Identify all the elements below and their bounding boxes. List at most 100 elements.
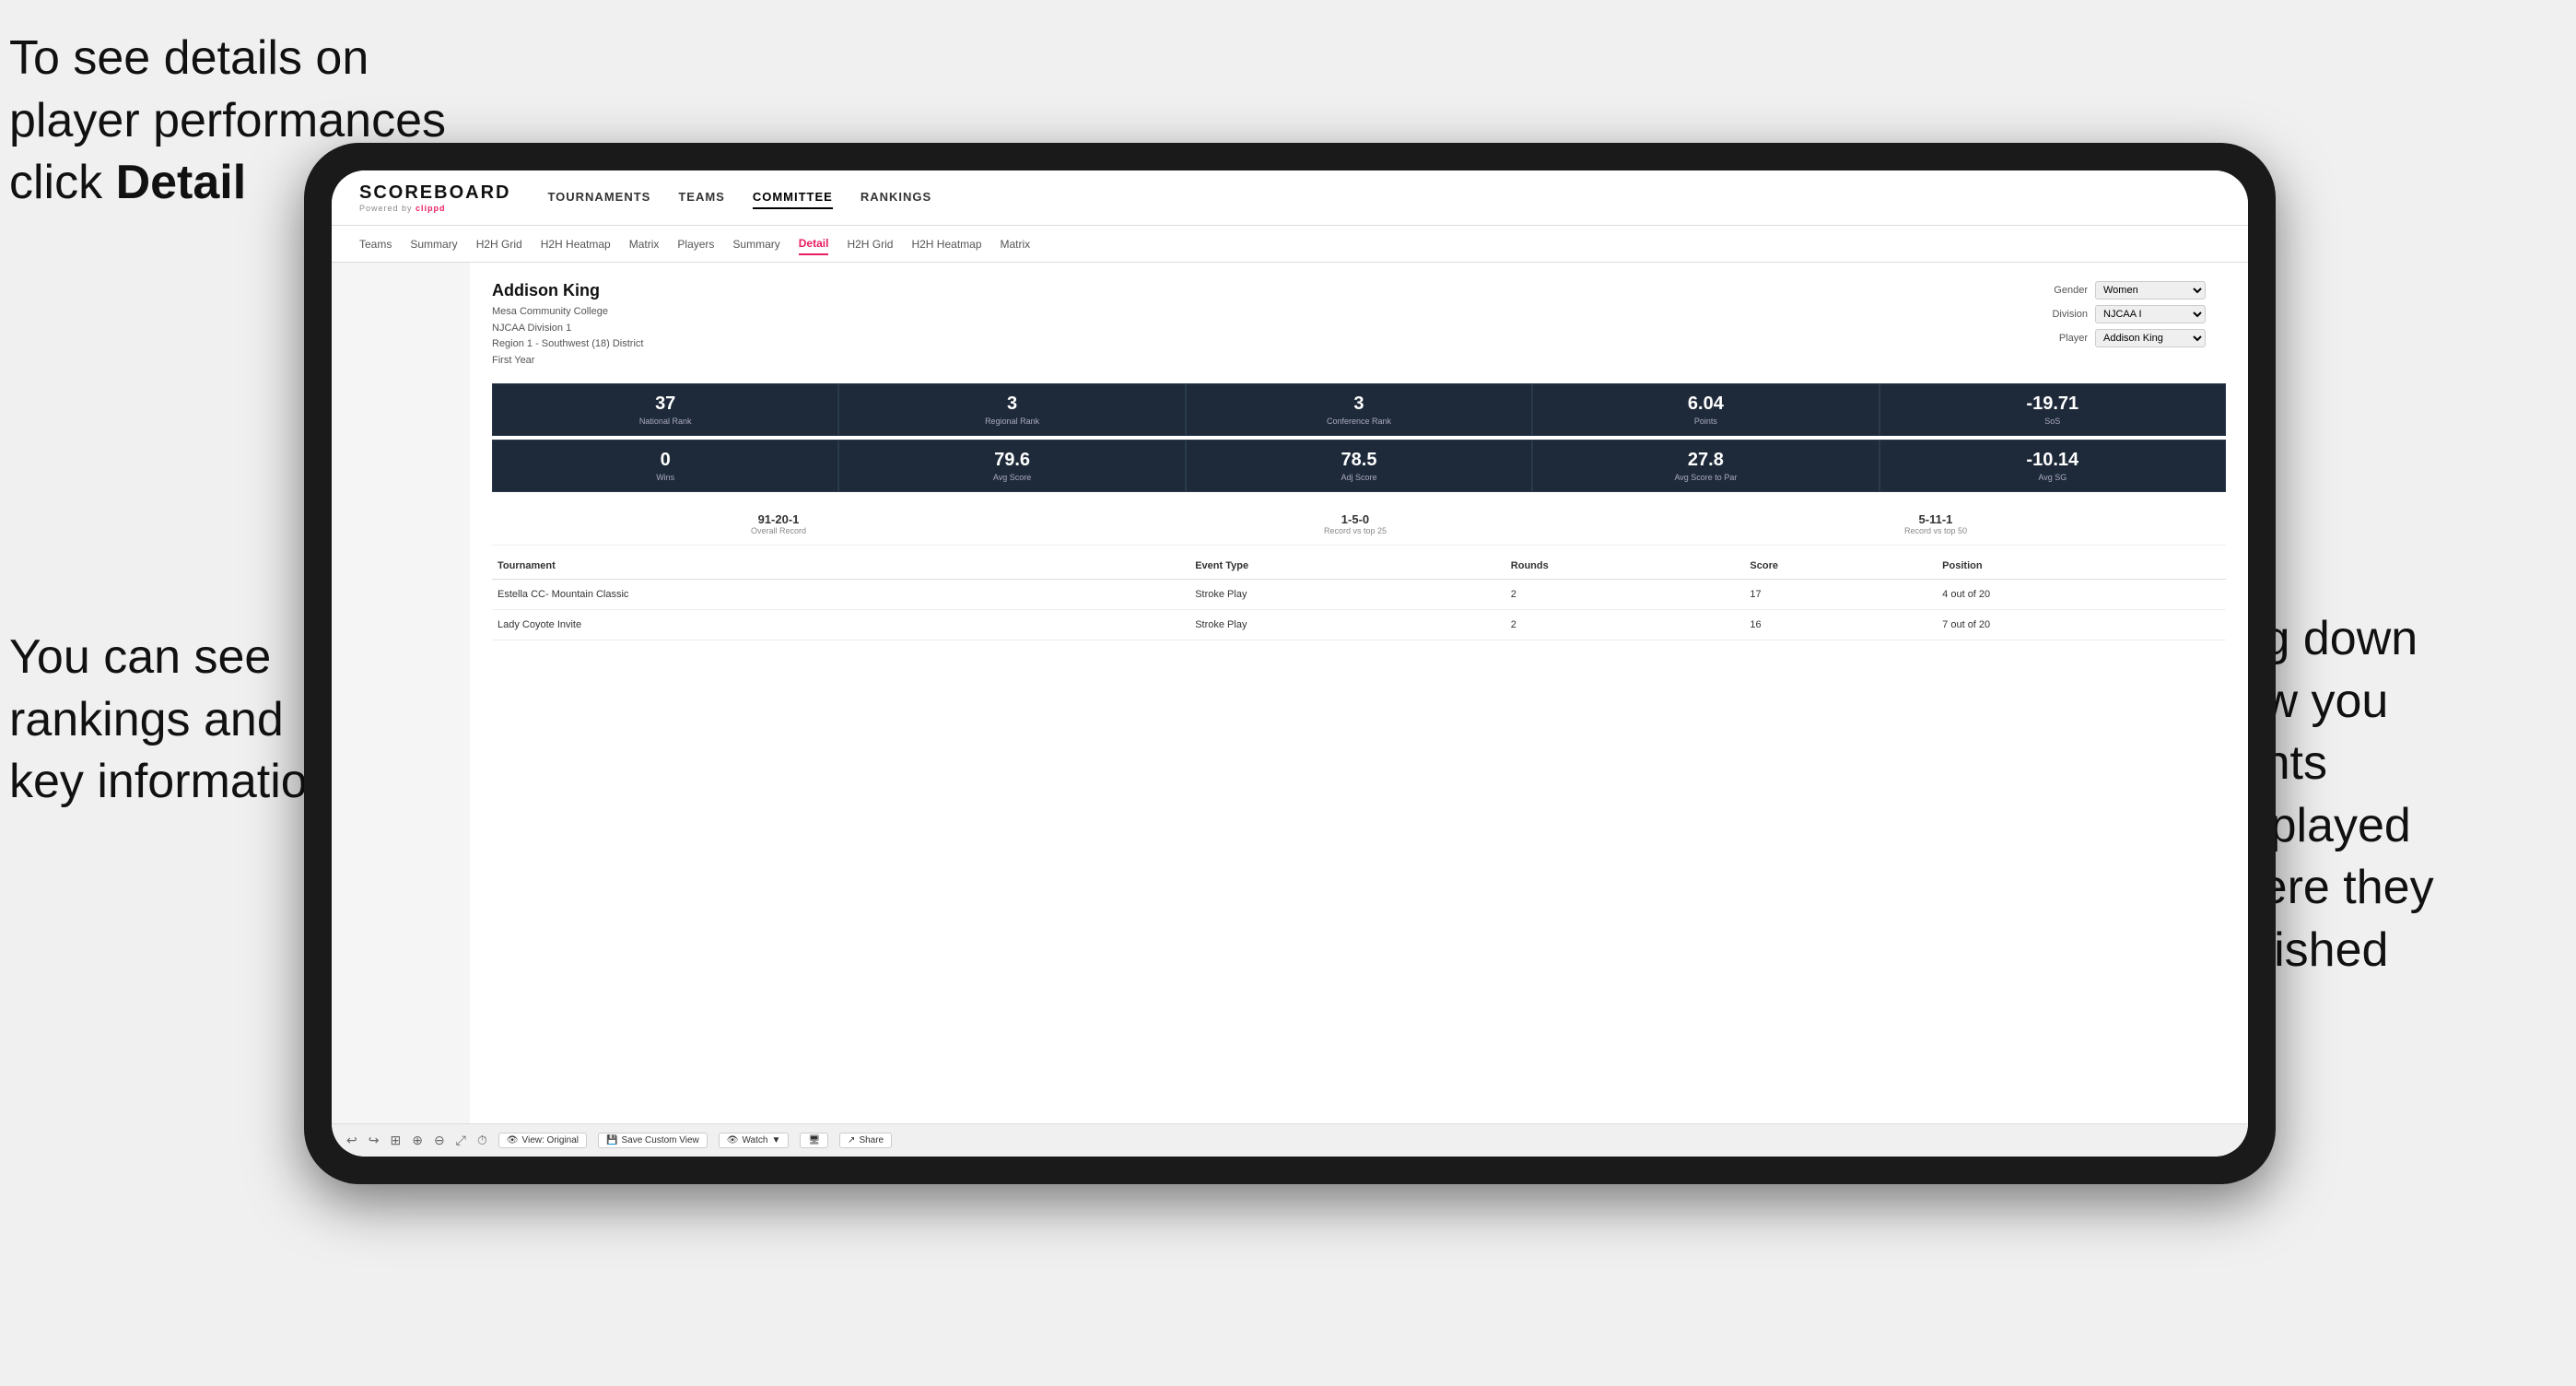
subnav-h2hgrid[interactable]: H2H Grid (476, 234, 522, 254)
watch-icon: 👁 (727, 1135, 739, 1145)
logo-text: SCOREBOARD (359, 182, 510, 204)
cell-position: 7 out of 20 (1937, 610, 2226, 640)
stat-value: 6.04 (1539, 393, 1872, 415)
subnav-summary[interactable]: Summary (410, 234, 457, 254)
cell-rounds: 2 (1505, 610, 1745, 640)
cell-score: 16 (1744, 610, 1937, 640)
nav-rankings[interactable]: RANKINGS (861, 186, 931, 209)
annotation-bl-line2: rankings and (9, 693, 284, 746)
view-icon: 👁 (507, 1135, 519, 1145)
subnav-h2hheatmap2[interactable]: H2H Heatmap (911, 234, 981, 254)
minus-icon[interactable]: ⊖ (434, 1133, 445, 1148)
stat-label: Adj Score (1192, 473, 1526, 482)
undo-icon[interactable]: ↩ (346, 1133, 357, 1148)
record-value: 1-5-0 (1324, 512, 1387, 526)
nav-committee[interactable]: COMMITTEE (753, 186, 833, 209)
subnav-summary2[interactable]: Summary (732, 234, 779, 254)
cell-position: 4 out of 20 (1937, 580, 2226, 610)
cell-score: 17 (1744, 580, 1937, 610)
view-original-button[interactable]: 👁 View: Original (498, 1133, 587, 1148)
stat-cell: 27.8 Avg Score to Par (1532, 440, 1879, 492)
player-info: Addison King Mesa Community College NJCA… (492, 281, 643, 369)
stat-label: SoS (1886, 417, 2219, 426)
screen-icon: 🖥 (808, 1135, 820, 1145)
player-selectors: Gender Women Men Division NJCAA I NJCAA … (2042, 281, 2226, 369)
stat-label: Avg Score to Par (1539, 473, 1872, 482)
main-content: Addison King Mesa Community College NJCA… (332, 263, 2248, 1123)
fit-icon[interactable]: ⤢ (456, 1133, 466, 1148)
watch-button[interactable]: 👁 Watch ▼ (719, 1133, 790, 1148)
player-select[interactable]: Addison King (2095, 329, 2206, 347)
sub-nav: Teams Summary H2H Grid H2H Heatmap Matri… (332, 226, 2248, 263)
division-label: Division (2042, 309, 2088, 320)
stat-value: 3 (845, 393, 1178, 415)
stat-value: 37 (498, 393, 832, 415)
screen-button[interactable]: 🖥 (800, 1133, 828, 1148)
stat-cell: 3Conference Rank (1186, 383, 1532, 436)
stat-value: 78.5 (1192, 450, 1526, 471)
subnav-detail[interactable]: Detail (799, 233, 829, 255)
record-label: Overall Record (751, 526, 806, 535)
nav-teams[interactable]: TEAMS (678, 186, 725, 209)
clock-icon[interactable]: ⏱ (477, 1133, 487, 1148)
player-select-label: Player (2042, 333, 2088, 344)
subnav-matrix[interactable]: Matrix (629, 234, 660, 254)
annotation-line1: To see details on (9, 31, 369, 85)
cell-tournament: Estella CC- Mountain Classic (492, 580, 1189, 610)
stat-cell: 79.6Avg Score (838, 440, 1185, 492)
record-item: 1-5-0Record vs top 25 (1324, 512, 1387, 535)
stat-label: Regional Rank (845, 417, 1178, 426)
logo-sub: Powered by clippd (359, 204, 510, 213)
record-item: 5-11-1Record vs top 50 (1904, 512, 1967, 535)
content-area: Addison King Mesa Community College NJCA… (470, 263, 2248, 1123)
table-header-row: Tournament Event Type Rounds Score Posit… (492, 553, 2226, 580)
subnav-players[interactable]: Players (677, 234, 714, 254)
stat-label: Avg SG (1886, 473, 2219, 482)
gender-select[interactable]: Women Men (2095, 281, 2206, 300)
stat-value: 3 (1192, 393, 1526, 415)
gender-selector-row: Gender Women Men (2042, 281, 2226, 300)
stat-cell: 78.5 Adj Score (1186, 440, 1532, 492)
stat-cell: -19.71 SoS (1879, 383, 2226, 436)
save-label: Save Custom View (621, 1135, 698, 1145)
stats-row2: 0Wins79.6Avg Score78.5Adj Score27.8Avg S… (492, 440, 2226, 492)
top-nav: SCOREBOARD Powered by clippd TOURNAMENTS… (332, 170, 2248, 226)
division-selector-row: Division NJCAA I NJCAA II (2042, 305, 2226, 323)
stat-label: National Rank (498, 417, 832, 426)
player-division: NJCAA Division 1 (492, 321, 643, 337)
stat-value: 79.6 (845, 450, 1178, 471)
player-selector-row: Player Addison King (2042, 329, 2226, 347)
stat-cell: 6.04 Points (1532, 383, 1879, 436)
share-label: Share (859, 1135, 884, 1145)
nav-tournaments[interactable]: TOURNAMENTS (547, 186, 650, 209)
player-header: Addison King Mesa Community College NJCA… (492, 281, 2226, 369)
zoom-icon[interactable]: ⊕ (412, 1133, 423, 1148)
cell-rounds: 2 (1505, 580, 1745, 610)
home-icon[interactable]: ⊞ (390, 1133, 401, 1148)
share-button[interactable]: ↗ Share (839, 1133, 892, 1148)
save-custom-button[interactable]: 💾 Save Custom View (598, 1133, 708, 1148)
tablet-screen: SCOREBOARD Powered by clippd TOURNAMENTS… (332, 170, 2248, 1157)
record-value: 5-11-1 (1904, 512, 1967, 526)
records-row: 91-20-1Overall Record1-5-0Record vs top … (492, 503, 2226, 546)
redo-icon[interactable]: ↪ (369, 1133, 380, 1148)
stat-value: 27.8 (1539, 450, 1872, 471)
stat-label: Points (1539, 417, 1872, 426)
nav-items: TOURNAMENTS TEAMS COMMITTEE RANKINGS (547, 186, 931, 209)
record-label: Record vs top 25 (1324, 526, 1387, 535)
subnav-matrix2[interactable]: Matrix (1001, 234, 1031, 254)
sidebar (332, 263, 470, 1123)
subnav-teams[interactable]: Teams (359, 234, 392, 254)
subnav-h2hgrid2[interactable]: H2H Grid (847, 234, 893, 254)
stat-value: -10.14 (1886, 450, 2219, 471)
cell-tournament: Lady Coyote Invite (492, 610, 1189, 640)
player-college: Mesa Community College (492, 304, 643, 321)
annotation-line2: player performances (9, 94, 446, 147)
stats-row1: 37 National Rank 3 Regional Rank 3Conference… (492, 383, 2226, 436)
gender-label: Gender (2042, 285, 2088, 296)
stat-value: -19.71 (1886, 393, 2219, 415)
division-select[interactable]: NJCAA I NJCAA II (2095, 305, 2206, 323)
watch-chevron: ▼ (771, 1135, 780, 1145)
subnav-h2hheatmap[interactable]: H2H Heatmap (541, 234, 611, 254)
share-icon: ↗ (848, 1135, 855, 1145)
